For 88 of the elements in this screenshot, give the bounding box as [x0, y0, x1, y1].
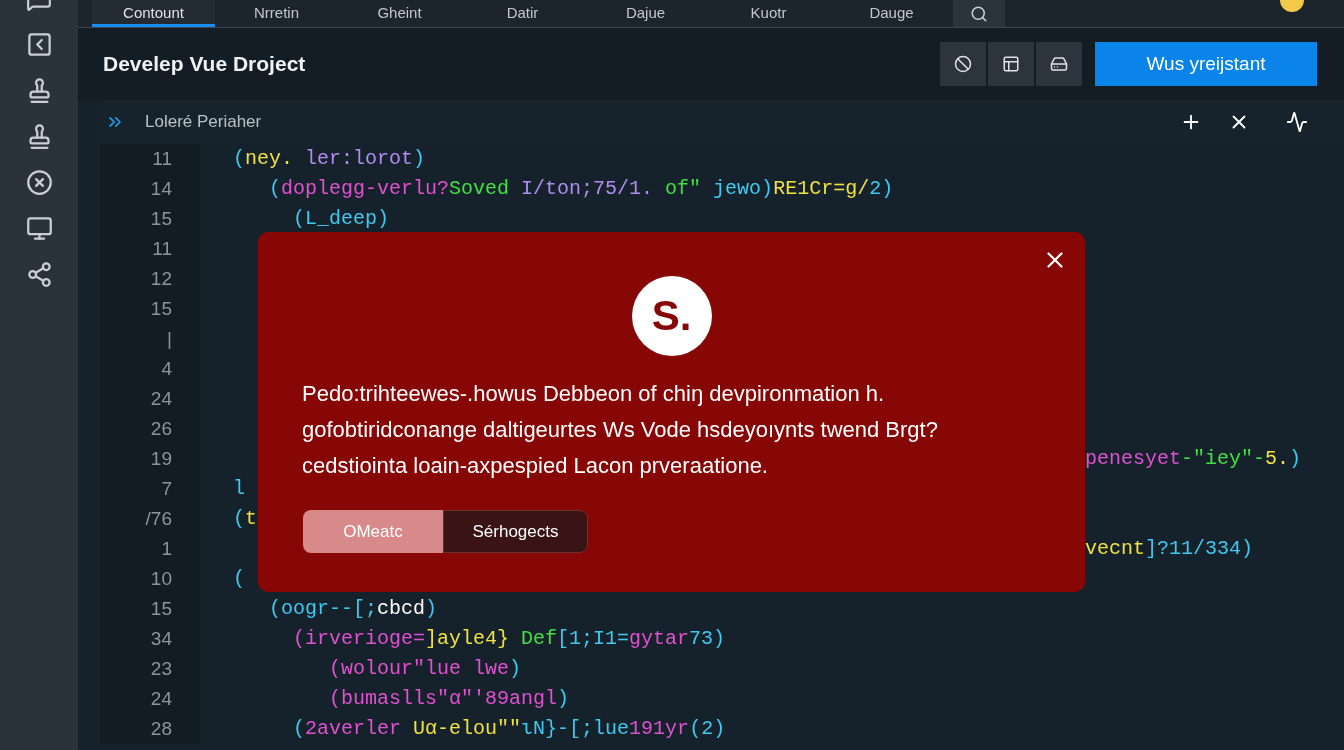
code-token: (wolour"lue lwe	[328, 657, 510, 680]
code-token: gytar	[629, 627, 690, 650]
code-token: Def	[520, 627, 558, 650]
line-number: 15	[150, 296, 172, 321]
circle-x-icon[interactable]	[25, 169, 53, 196]
line-number: 4	[161, 356, 172, 381]
code-token: -"iey"-	[1181, 447, 1266, 470]
code-token: (	[268, 177, 281, 200]
toolbar-button[interactable]	[1036, 42, 1082, 86]
page-title: Develep Vue Droject	[103, 51, 306, 78]
code-token: vecnt	[1085, 537, 1145, 560]
line-number: 12	[150, 266, 172, 291]
code-token: I/ton;75/1.	[520, 177, 654, 200]
code-token: (	[233, 507, 245, 530]
activity-icon[interactable]	[1286, 111, 1308, 133]
search-icon	[970, 4, 988, 23]
line-number: 1	[161, 536, 172, 561]
line-number: 28	[150, 716, 172, 741]
monitor-icon[interactable]	[25, 215, 53, 242]
line-number: 15	[150, 206, 172, 231]
code-token: Soved	[449, 177, 510, 200]
toolbar-button[interactable]	[988, 42, 1034, 86]
code-token: (oogr--[;	[268, 597, 378, 620]
code-token: Uα-elou""	[413, 717, 522, 740]
code-token: (	[233, 147, 245, 170]
code-token: 191yr	[629, 717, 690, 740]
code-token: )	[509, 657, 522, 680]
line-number: |	[167, 326, 172, 351]
line-number: 11	[152, 236, 172, 261]
code-token: 73)	[689, 627, 726, 650]
tab[interactable]: Gheint	[338, 0, 461, 27]
line-number: 19	[150, 446, 172, 471]
tab[interactable]: Datir	[461, 0, 584, 27]
code-token: 2averler	[305, 717, 403, 740]
code-token: 5.	[1265, 447, 1290, 470]
code-token: )	[1289, 447, 1302, 470]
logo: S.	[631, 276, 712, 356]
line-number: 34	[150, 626, 172, 651]
line-number: /76	[145, 506, 172, 531]
code-token: (L_deep)	[292, 207, 390, 230]
line-number: 14	[150, 176, 172, 201]
code-token: doplegg-verlu?	[281, 177, 450, 200]
line-number: 26	[150, 416, 172, 441]
line-number: 7	[161, 476, 172, 501]
code-token: (	[233, 567, 245, 590]
code-token: ιN}-[;lue	[521, 717, 630, 740]
line-number: 23	[150, 656, 172, 681]
line-number: 24	[150, 386, 172, 411]
code-token: l	[233, 477, 245, 500]
square-icon[interactable]	[25, 31, 53, 58]
code-token: ney.	[245, 147, 294, 170]
code-token: RE1Cr=g/	[773, 177, 870, 200]
tab[interactable]: Nrretin	[215, 0, 338, 27]
code-token: )	[413, 147, 426, 170]
code-token: cbcd	[377, 597, 426, 620]
code-token: of"	[664, 177, 702, 200]
panels-icon	[1002, 55, 1020, 73]
drive-icon	[1050, 55, 1068, 73]
code-token: )	[425, 597, 438, 620]
tab[interactable]: Dauge	[830, 0, 953, 27]
code-token: ]ayle4}	[425, 627, 510, 650]
tab[interactable]: Dajue	[584, 0, 707, 27]
toolbar-button[interactable]	[940, 42, 986, 86]
code-token: [1;I1=	[557, 627, 630, 650]
code-token: ler:lorot	[304, 147, 414, 170]
share-icon[interactable]	[25, 261, 53, 288]
ban-icon	[954, 55, 972, 73]
line-number: 11	[152, 146, 172, 171]
primary-button[interactable]: Wus yreijstant	[1095, 42, 1317, 86]
code-token: (bumaslls"α"'89angl	[328, 687, 558, 710]
code-token: jewo)	[712, 177, 774, 200]
line-number: 24	[150, 686, 172, 711]
tab[interactable]: Contount	[92, 0, 215, 27]
code-token: (	[292, 717, 305, 740]
tab[interactable]: Kuotr	[707, 0, 830, 27]
code-token: 2)	[869, 177, 894, 200]
code-token: penesyet	[1085, 447, 1181, 470]
code-token: t	[245, 507, 258, 530]
dialog-button[interactable]: Sérhogects	[443, 510, 588, 553]
code-token: (irverioge=	[292, 627, 426, 650]
line-number: 15	[150, 596, 172, 621]
code-token: ]?11/334)	[1145, 537, 1254, 560]
code-token: )	[557, 687, 570, 710]
dialog-message: Pedo:trihteewes-.howus Debbeon of chiŋ devpironmation h. gofobtiridconange daltigeurtes Ws Vode hsdeyoıynts twend Brgt? cedstiointa loain-axpespied Lacon prveraatione.	[302, 380, 938, 480]
search-tab[interactable]	[953, 0, 1005, 27]
line-number: 10	[150, 566, 172, 591]
panel-title: Loleré Periaher	[145, 111, 262, 134]
code-token: (2)	[689, 717, 726, 740]
